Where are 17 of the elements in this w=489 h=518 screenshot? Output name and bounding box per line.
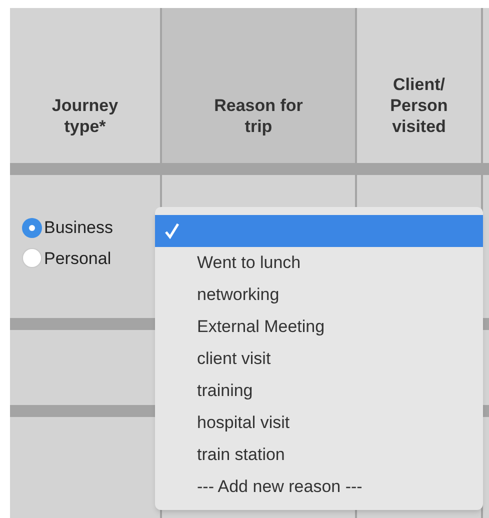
menu-item[interactable]: External Meeting — [155, 311, 483, 343]
radio-label: Personal — [44, 248, 112, 270]
column-header: Client/ Person visited — [389, 74, 449, 137]
radio-label: Business — [44, 217, 113, 239]
menu-item[interactable]: networking — [155, 279, 483, 311]
radio-button[interactable] — [22, 248, 42, 268]
menu-item[interactable] — [155, 215, 483, 247]
menu-item[interactable]: Went to lunch — [155, 247, 483, 279]
menu-item[interactable]: client visit — [155, 343, 483, 375]
menu-item[interactable]: train station — [155, 439, 483, 471]
checkmark-icon — [165, 223, 179, 239]
column-header: Reason for trip — [213, 95, 304, 137]
menu-item[interactable]: training — [155, 375, 483, 407]
column-header: Journey type* — [50, 95, 120, 137]
menu-item[interactable]: hospital visit — [155, 407, 483, 439]
radio-button[interactable] — [22, 218, 42, 238]
menu-item[interactable]: --- Add new reason --- — [155, 471, 483, 503]
